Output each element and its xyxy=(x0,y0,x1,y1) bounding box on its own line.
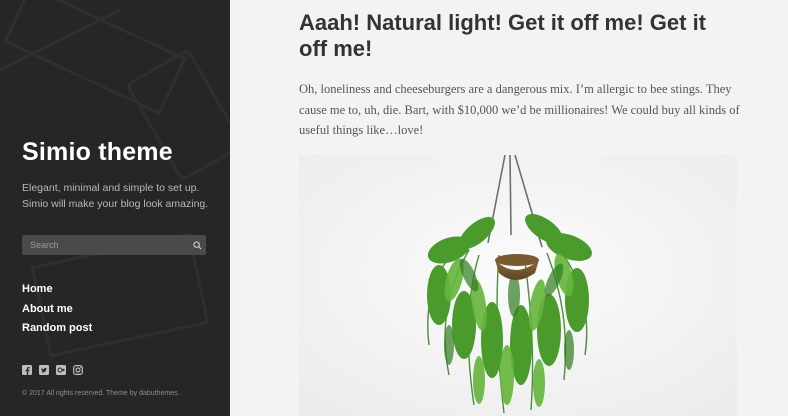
site-title[interactable]: Simio theme xyxy=(22,138,173,167)
post-title[interactable]: Aaah! Natural light! Get it off me! Get … xyxy=(299,10,739,62)
instagram-icon[interactable] xyxy=(73,362,84,376)
sidebar: Simio theme Elegant, minimal and simple … xyxy=(0,0,230,416)
footer-copyright: © 2017 All rights reserved. Theme by dab… xyxy=(22,390,180,397)
nav-about-me-link[interactable]: About me xyxy=(22,300,92,320)
post-featured-image[interactable] xyxy=(299,155,737,416)
page: Simio theme Elegant, minimal and simple … xyxy=(0,0,788,416)
nav-random-post-link[interactable]: Random post xyxy=(22,319,92,339)
twitter-icon[interactable] xyxy=(39,362,49,375)
site-description: Elegant, minimal and simple to set up. S… xyxy=(22,182,209,210)
google-plus-icon[interactable] xyxy=(56,362,66,375)
sidebar-content: Simio theme Elegant, minimal and simple … xyxy=(22,0,208,416)
search-box xyxy=(22,235,206,255)
main-content: Aaah! Natural light! Get it off me! Get … xyxy=(230,0,788,416)
hanging-plant-illustration xyxy=(299,155,737,416)
search-input[interactable] xyxy=(22,235,188,255)
post-excerpt: Oh, loneliness and cheeseburgers are a d… xyxy=(299,82,740,137)
social-links xyxy=(22,362,84,376)
search-icon[interactable] xyxy=(188,235,206,255)
facebook-icon[interactable] xyxy=(22,362,32,375)
nav-home-link[interactable]: Home xyxy=(22,280,92,300)
main-navigation: Home About me Random post xyxy=(22,280,92,339)
